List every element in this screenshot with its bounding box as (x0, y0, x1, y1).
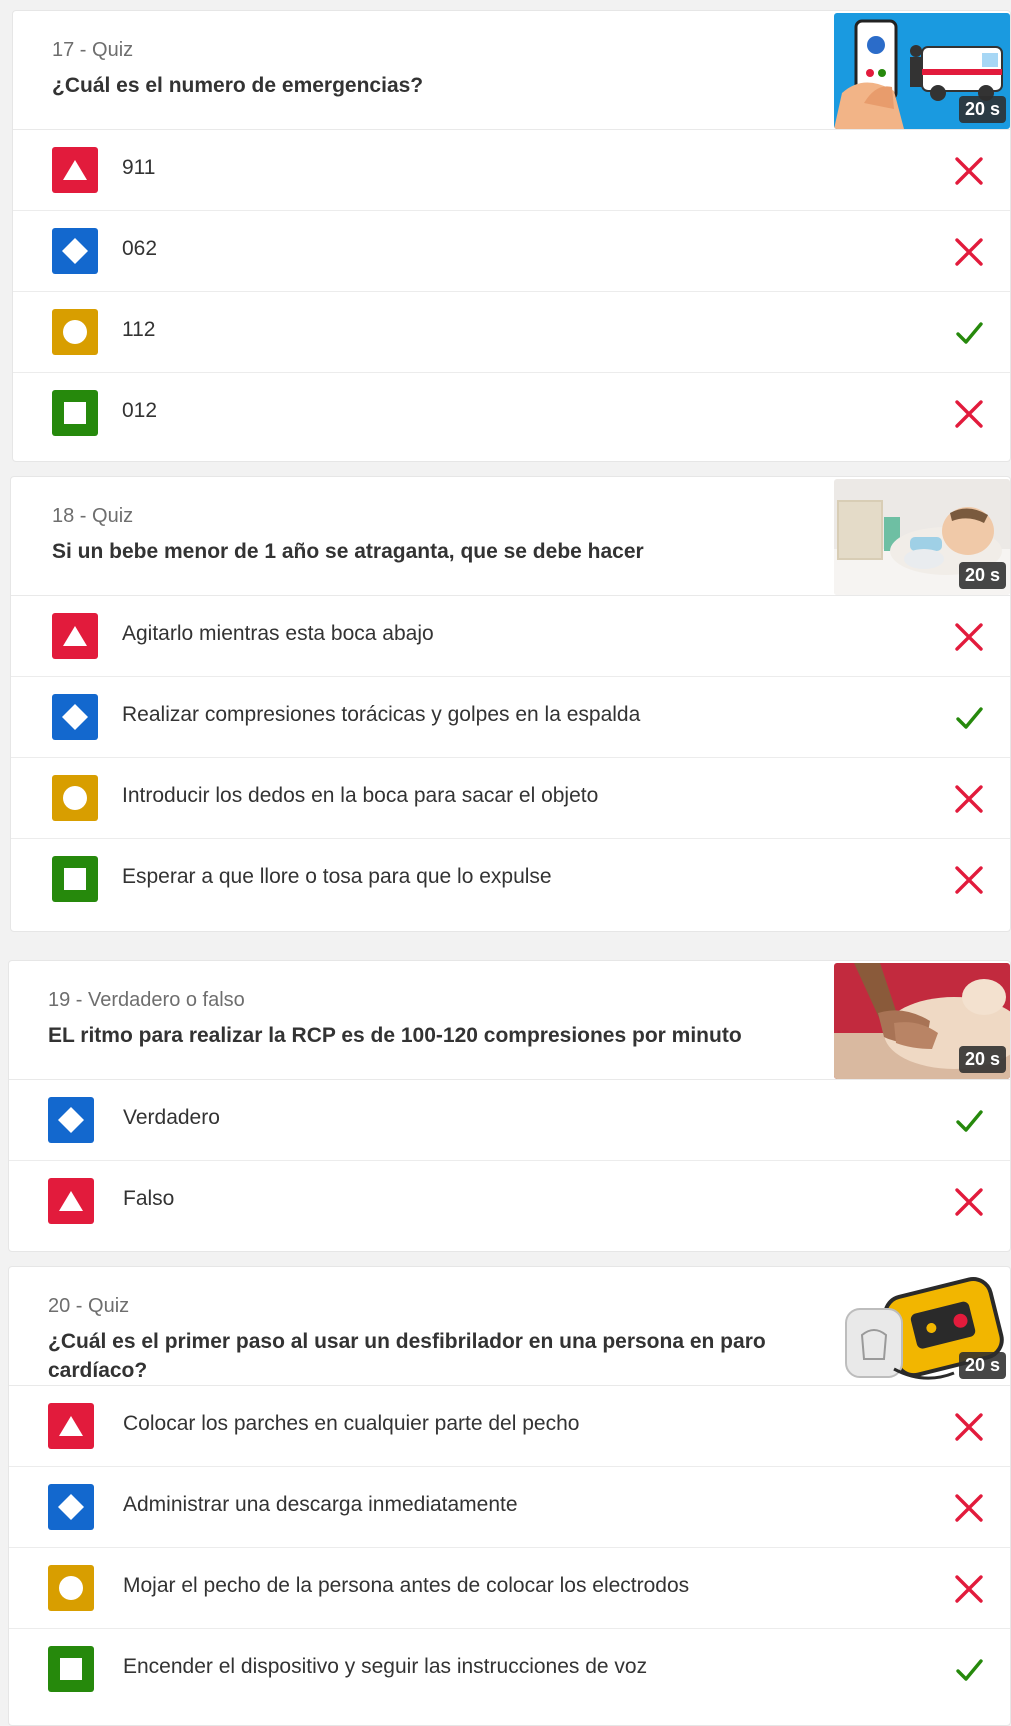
answer-text: Encender el dispositivo y seguir las ins… (123, 1655, 648, 1678)
diamond-icon (62, 704, 88, 730)
answer-text: 911 (122, 156, 156, 179)
incorrect-x-icon (955, 400, 983, 428)
question-card: 19 - Verdadero o falso EL ritmo para rea… (8, 960, 1011, 1252)
question-thumbnail[interactable]: 20 s (834, 1269, 1010, 1385)
incorrect-x-icon (955, 1188, 983, 1216)
answer-row: Administrar una descarga inmediatamente (9, 1467, 1010, 1548)
answer-text: 012 (122, 399, 158, 422)
question-thumbnail[interactable]: 20 s (834, 13, 1010, 129)
correct-check-icon (956, 1659, 983, 1681)
incorrect-x-icon (955, 1494, 983, 1522)
answer-row: Colocar los parches en cualquier parte d… (9, 1386, 1010, 1467)
diamond-icon (58, 1107, 84, 1133)
answer-row: 911 (13, 130, 1010, 211)
answer-row: Verdadero (9, 1080, 1010, 1161)
square-answer-marker (52, 856, 98, 902)
answer-text: Introducir los dedos en la boca para sac… (122, 784, 599, 807)
square-answer-marker (52, 390, 98, 436)
incorrect-x-icon (955, 623, 983, 651)
answer-row: 012 (13, 373, 1010, 454)
question-header: 19 - Verdadero o falso EL ritmo para rea… (9, 961, 1010, 1080)
circle-answer-marker (52, 775, 98, 821)
triangle-icon (59, 1191, 83, 1211)
answer-text: 062 (122, 237, 158, 260)
triangle-icon (63, 160, 87, 180)
question-text: ¿Cuál es el numero de emergencias? (52, 74, 424, 97)
question-card: 17 - Quiz ¿Cuál es el numero de emergenc… (12, 10, 1011, 462)
question-text: Si un bebe menor de 1 año se atraganta, … (52, 540, 644, 563)
diamond-answer-marker (52, 694, 98, 740)
question-header: 18 - Quiz Si un bebe menor de 1 año se a… (11, 477, 1010, 596)
answers-list: 911 062 112 012 (13, 130, 1010, 454)
question-card: 18 - Quiz Si un bebe menor de 1 año se a… (10, 476, 1011, 932)
circle-icon (63, 786, 87, 810)
circle-icon (59, 1576, 83, 1600)
answer-text: Mojar el pecho de la persona antes de co… (123, 1574, 690, 1597)
circle-icon (63, 320, 87, 344)
question-thumbnail[interactable]: 20 s (834, 963, 1010, 1079)
square-icon (60, 1658, 82, 1680)
circle-answer-marker (48, 1565, 94, 1611)
answer-row: 112 (13, 292, 1010, 373)
time-badge: 20 s (958, 1046, 1006, 1073)
triangle-answer-marker (48, 1403, 94, 1449)
incorrect-x-icon (955, 866, 983, 894)
triangle-answer-marker (52, 613, 98, 659)
circle-answer-marker (52, 309, 98, 355)
incorrect-x-icon (955, 1575, 983, 1603)
square-icon (64, 868, 86, 890)
answer-row: Realizar compresiones torácicas y golpes… (11, 677, 1010, 758)
triangle-answer-marker (52, 147, 98, 193)
answer-text: Administrar una descarga inmediatamente (123, 1493, 518, 1516)
diamond-answer-marker (48, 1484, 94, 1530)
answer-text: Falso (123, 1187, 175, 1210)
answer-text: Colocar los parches en cualquier parte d… (123, 1412, 580, 1435)
time-badge: 20 s (958, 1352, 1006, 1379)
triangle-answer-marker (48, 1178, 94, 1224)
incorrect-x-icon (955, 1413, 983, 1441)
question-card: 20 - Quiz ¿Cuál es el primer paso al usa… (8, 1266, 1011, 1726)
answers-list: Colocar los parches en cualquier parte d… (9, 1386, 1010, 1710)
answer-row: Agitarlo mientras esta boca abajo (11, 596, 1010, 677)
answer-row: Falso (9, 1161, 1010, 1242)
answer-text: Realizar compresiones torácicas y golpes… (122, 703, 641, 726)
incorrect-x-icon (955, 157, 983, 185)
answer-text: Verdadero (123, 1106, 220, 1129)
diamond-icon (62, 238, 88, 264)
triangle-icon (63, 626, 87, 646)
answer-text: Agitarlo mientras esta boca abajo (122, 622, 434, 645)
question-meta: 17 - Quiz (52, 39, 134, 61)
triangle-icon (59, 1416, 83, 1436)
diamond-answer-marker (52, 228, 98, 274)
answer-row: Encender el dispositivo y seguir las ins… (9, 1629, 1010, 1710)
answers-list: Agitarlo mientras esta boca abajo Realiz… (11, 596, 1010, 920)
answer-row: Mojar el pecho de la persona antes de co… (9, 1548, 1010, 1629)
answer-text: 112 (122, 318, 156, 341)
diamond-answer-marker (48, 1097, 94, 1143)
incorrect-x-icon (955, 785, 983, 813)
answer-text: Esperar a que llore o tosa para que lo e… (122, 865, 552, 888)
answer-row: Esperar a que llore o tosa para que lo e… (11, 839, 1010, 920)
question-text: ¿Cuál es el primer paso al usar un desfi… (48, 1330, 766, 1382)
square-answer-marker (48, 1646, 94, 1692)
answer-row: 062 (13, 211, 1010, 292)
question-meta: 18 - Quiz (52, 505, 134, 527)
question-header: 20 - Quiz ¿Cuál es el primer paso al usa… (9, 1267, 1010, 1386)
time-badge: 20 s (958, 562, 1006, 589)
question-thumbnail[interactable]: 20 s (834, 479, 1010, 595)
question-meta: 20 - Quiz (48, 1295, 130, 1317)
correct-check-icon (956, 707, 983, 729)
incorrect-x-icon (955, 238, 983, 266)
question-text: EL ritmo para realizar la RCP es de 100-… (48, 1024, 742, 1047)
answer-row: Introducir los dedos en la boca para sac… (11, 758, 1010, 839)
correct-check-icon (956, 1110, 983, 1132)
diamond-icon (58, 1494, 84, 1520)
answers-list: Verdadero Falso (9, 1080, 1010, 1242)
question-header: 17 - Quiz ¿Cuál es el numero de emergenc… (13, 11, 1010, 130)
time-badge: 20 s (958, 96, 1006, 123)
correct-check-icon (956, 322, 983, 344)
square-icon (64, 402, 86, 424)
question-meta: 19 - Verdadero o falso (48, 989, 245, 1011)
